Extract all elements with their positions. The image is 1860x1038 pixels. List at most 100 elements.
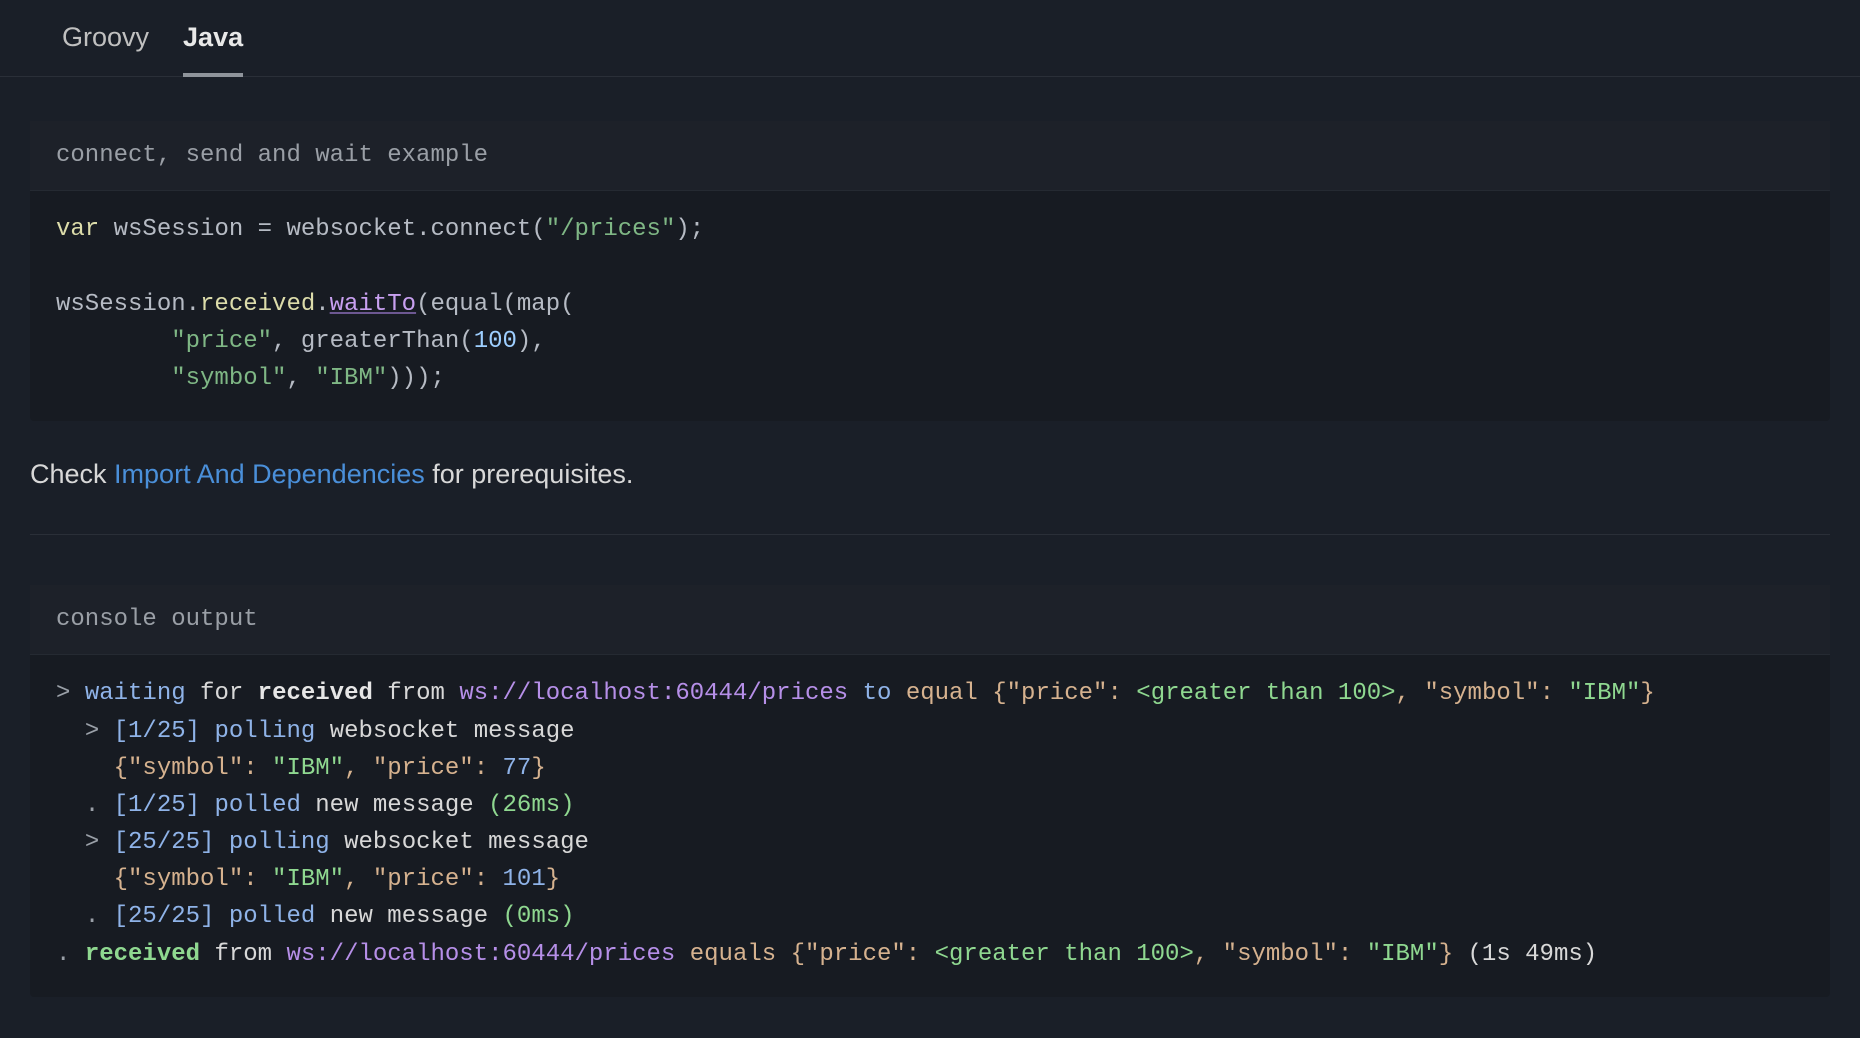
ident-wsSession: wsSession — [114, 216, 244, 243]
p1j-close: } — [531, 755, 545, 782]
p25j-cm: , — [344, 866, 358, 893]
fin-jopen: { — [791, 941, 805, 968]
fn-waitTo: waitTo — [330, 291, 416, 318]
p25j-sk: "symbol" — [128, 866, 243, 893]
p1j-sv: "IBM" — [272, 755, 344, 782]
fin-elapsed: (1s 49ms) — [1468, 941, 1598, 968]
out-received: received — [258, 680, 373, 707]
fin-jclose: } — [1439, 941, 1453, 968]
p1j-sk: "symbol" — [128, 755, 243, 782]
fin-from: from — [214, 941, 272, 968]
p25d-idx: [25/25] — [114, 903, 215, 930]
out-gt: > — [56, 680, 70, 707]
fin-url: ws://localhost:60444/prices — [286, 941, 675, 968]
out-sk: "symbol" — [1424, 680, 1539, 707]
p1d-rest: new message — [315, 792, 473, 819]
out-waiting: waiting — [85, 680, 186, 707]
paren-close: ); — [675, 216, 704, 243]
p1j-c1: : — [243, 755, 257, 782]
str-prices: "/prices" — [546, 216, 676, 243]
p25j-pv: 101 — [503, 866, 546, 893]
num-100: 100 — [474, 328, 517, 355]
p25d-rest: new message — [330, 903, 488, 930]
fn-equal: equal — [430, 291, 502, 318]
out-c2: : — [1540, 680, 1554, 707]
fin-c2: : — [1338, 941, 1352, 968]
p1j-c2: : — [474, 755, 488, 782]
p25j-sv: "IBM" — [272, 866, 344, 893]
p25j-c2: : — [474, 866, 488, 893]
fin-gttext: greater than 100 — [949, 941, 1179, 968]
p25j-open: { — [114, 866, 128, 893]
p1d-idx: [1/25] — [114, 792, 200, 819]
prose-prereq: Check Import And Dependencies for prereq… — [30, 459, 1830, 535]
fin-c1: : — [906, 941, 920, 968]
out-gttext: greater than 100 — [1151, 680, 1381, 707]
out-jclose: } — [1640, 680, 1654, 707]
paren-open: ( — [531, 216, 545, 243]
p1d-dot: . — [85, 792, 99, 819]
p1-idx: [1/25] — [114, 718, 200, 745]
keyword-var: var — [56, 216, 99, 243]
p25j-pk: "price" — [373, 866, 474, 893]
p1-polling: polling — [214, 718, 315, 745]
out-url: ws://localhost:60444/prices — [459, 680, 848, 707]
p1d-time: (26ms) — [488, 792, 574, 819]
code-example-title: connect, send and wait example — [30, 121, 1830, 191]
p25d-polled: polled — [229, 903, 315, 930]
out-ltclose: > — [1381, 680, 1395, 707]
out-to: to — [863, 680, 892, 707]
fin-ltopen: < — [935, 941, 949, 968]
p1j-cm: , — [344, 755, 358, 782]
fn-map: map — [517, 291, 560, 318]
console-output-body: > waiting for received from ws://localho… — [30, 655, 1830, 997]
out-pk: "price" — [1007, 680, 1108, 707]
fin-ltclose: > — [1179, 941, 1193, 968]
p1-gt: > — [85, 718, 99, 745]
p1-rest: websocket message — [330, 718, 575, 745]
fin-dot: . — [56, 941, 70, 968]
code-example: connect, send and wait example var wsSes… — [30, 121, 1830, 421]
op-dot: . — [416, 216, 430, 243]
out-ltopen: < — [1136, 680, 1150, 707]
fin-received: received — [85, 941, 200, 968]
out-jopen: { — [992, 680, 1006, 707]
fin-sk: "symbol" — [1223, 941, 1338, 968]
str-price: "price" — [171, 328, 272, 355]
p25d-dot: . — [85, 903, 99, 930]
str-ibm: "IBM" — [315, 365, 387, 392]
out-cm: , — [1396, 680, 1410, 707]
p25d-time: (0ms) — [503, 903, 575, 930]
p25j-c1: : — [243, 866, 257, 893]
out-sv: "IBM" — [1568, 680, 1640, 707]
ident-websocket: websocket — [286, 216, 416, 243]
op-eq: = — [258, 216, 272, 243]
console-output: console output > waiting for received fr… — [30, 585, 1830, 997]
console-output-title: console output — [30, 585, 1830, 655]
tab-groovy[interactable]: Groovy — [62, 22, 149, 76]
code-example-body: var wsSession = websocket.connect("/pric… — [30, 191, 1830, 421]
fn-connect: connect — [431, 216, 532, 243]
p25-gt: > — [85, 829, 99, 856]
p1d-polled: polled — [214, 792, 300, 819]
out-c1: : — [1107, 680, 1121, 707]
p1j-pv: 77 — [503, 755, 532, 782]
out-equal: equal — [906, 680, 978, 707]
link-import-deps[interactable]: Import And Dependencies — [114, 459, 425, 489]
language-tabs: Groovy Java — [0, 0, 1860, 77]
prose-before: Check — [30, 459, 114, 489]
tab-java[interactable]: Java — [183, 22, 243, 77]
p25-idx: [25/25] — [114, 829, 215, 856]
p25-rest: websocket message — [344, 829, 589, 856]
p25-polling: polling — [229, 829, 330, 856]
prose-after: for prerequisites. — [425, 459, 634, 489]
out-for: for — [200, 680, 243, 707]
fin-pk: "price" — [805, 941, 906, 968]
fin-cm: , — [1194, 941, 1208, 968]
fin-sv: "IBM" — [1367, 941, 1439, 968]
ident-wsSession2: wsSession — [56, 291, 186, 318]
p1j-open: { — [114, 755, 128, 782]
fin-equals: equals — [690, 941, 776, 968]
out-from: from — [387, 680, 445, 707]
prop-received: received — [200, 291, 315, 318]
